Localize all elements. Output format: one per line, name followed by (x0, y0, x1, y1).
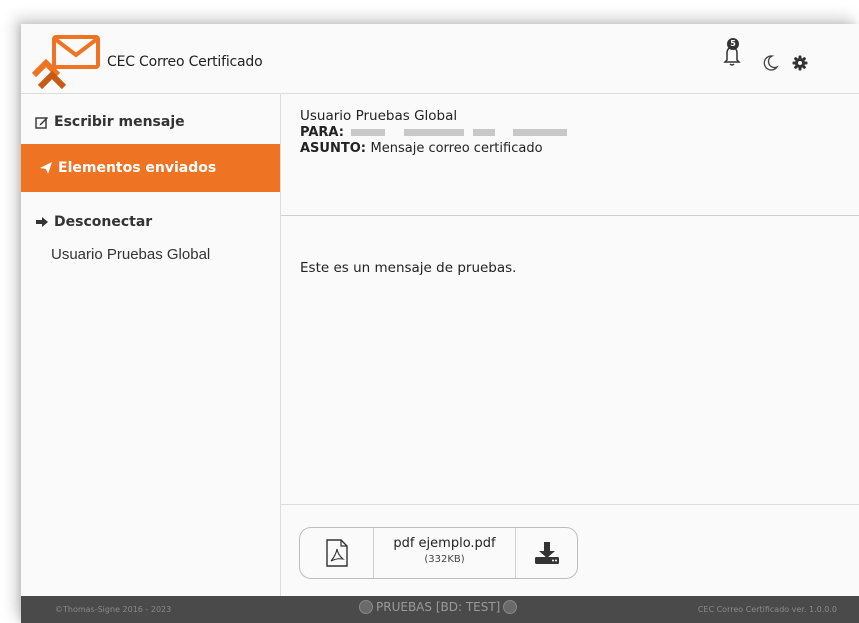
dark-mode-toggle[interactable] (761, 54, 779, 72)
sidebar-item-label: Escribir mensaje (54, 114, 185, 130)
message-subject: Mensaje correo certificado (370, 141, 543, 156)
download-button[interactable] (516, 528, 577, 578)
moon-icon (763, 55, 779, 71)
sidebar-item-compose[interactable]: Escribir mensaje (21, 112, 280, 132)
app-window: CEC Correo Certificado 5 Escribir mensaj… (21, 24, 859, 623)
message-sender: Usuario Pruebas Global (300, 108, 458, 124)
message-view: Usuario Pruebas Global PARA: ASUNTO: Men… (280, 94, 859, 596)
current-user-name: Usuario Pruebas Global (51, 246, 211, 263)
sidebar-item-label: Elementos enviados (58, 160, 217, 176)
sidebar-item-label: Desconectar (54, 214, 153, 230)
sign-out-icon (36, 217, 48, 227)
environment-indicator: PRUEBAS [BD: TEST] (356, 600, 520, 614)
redacted-recipient (513, 129, 568, 136)
message-subject-row: ASUNTO: Mensaje correo certificado (300, 141, 859, 157)
message-to-row: PARA: (300, 125, 859, 141)
to-label: PARA: (300, 125, 344, 140)
gear-icon (792, 55, 808, 71)
app-title: CEC Correo Certificado (107, 54, 263, 70)
paper-plane-icon (40, 162, 52, 174)
attachment-preview[interactable] (300, 528, 374, 578)
app-header: CEC Correo Certificado 5 (21, 24, 859, 94)
sidebar-item-logout[interactable]: Desconectar (21, 212, 280, 232)
redacted-recipient (403, 129, 464, 136)
redacted-recipient (472, 129, 495, 136)
attachments-area: pdf ejemplo.pdf (332KB) (281, 504, 859, 596)
attachment-info: pdf ejemplo.pdf (332KB) (374, 528, 516, 578)
subject-label: ASUNTO: (300, 141, 366, 156)
attachment-file-size: (332KB) (424, 554, 465, 565)
status-dot-icon (359, 600, 373, 614)
notifications-button[interactable]: 5 (721, 38, 743, 70)
status-dot-icon (503, 600, 518, 614)
envelope-logo-icon[interactable] (32, 33, 102, 89)
download-icon (534, 542, 559, 564)
message-body: Este es un mensaje de pruebas. (300, 260, 517, 276)
version-text: CEC Correo Certificado ver. 1.0.0.0 (697, 605, 837, 614)
sidebar: Escribir mensaje Elementos enviados Desc… (21, 94, 280, 596)
app-footer: ©Thomas-Signe 2016 - 2023 PRUEBAS [BD: T… (21, 596, 859, 623)
environment-label: PRUEBAS [BD: TEST] (376, 600, 501, 614)
attachment-file-name: pdf ejemplo.pdf (393, 536, 496, 551)
settings-button[interactable] (791, 54, 809, 72)
redacted-recipient (351, 129, 386, 136)
message-header: Usuario Pruebas Global PARA: ASUNTO: Men… (281, 94, 859, 216)
notification-badge: 5 (727, 38, 739, 50)
attachment-card[interactable]: pdf ejemplo.pdf (332KB) (299, 527, 578, 579)
pdf-file-icon (325, 539, 348, 567)
edit-icon (35, 117, 48, 129)
copyright-text: ©Thomas-Signe 2016 - 2023 (55, 605, 172, 614)
sidebar-item-sent[interactable]: Elementos enviados (21, 144, 280, 192)
